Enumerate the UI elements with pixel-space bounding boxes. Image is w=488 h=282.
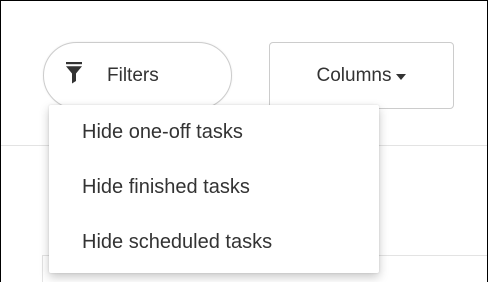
filters-dropdown-menu: Hide one-off tasks Hide finished tasks H… <box>49 105 379 273</box>
columns-button-label: Columns <box>316 64 392 86</box>
filter-icon <box>66 61 82 84</box>
frame-border <box>0 0 1 282</box>
menu-item-hide-scheduled-tasks[interactable]: Hide scheduled tasks <box>82 231 272 254</box>
columns-button[interactable]: Columns <box>269 42 454 109</box>
table-border <box>42 255 43 282</box>
caret-down-icon <box>396 73 407 80</box>
filters-button[interactable]: Filters <box>43 42 232 109</box>
menu-item-hide-one-off-tasks[interactable]: Hide one-off tasks <box>82 121 243 144</box>
frame-border <box>0 0 488 1</box>
filters-button-label: Filters <box>107 64 159 86</box>
menu-item-hide-finished-tasks[interactable]: Hide finished tasks <box>82 176 250 199</box>
app-frame: Filters Columns Hide one-off tasks Hide … <box>0 0 488 282</box>
